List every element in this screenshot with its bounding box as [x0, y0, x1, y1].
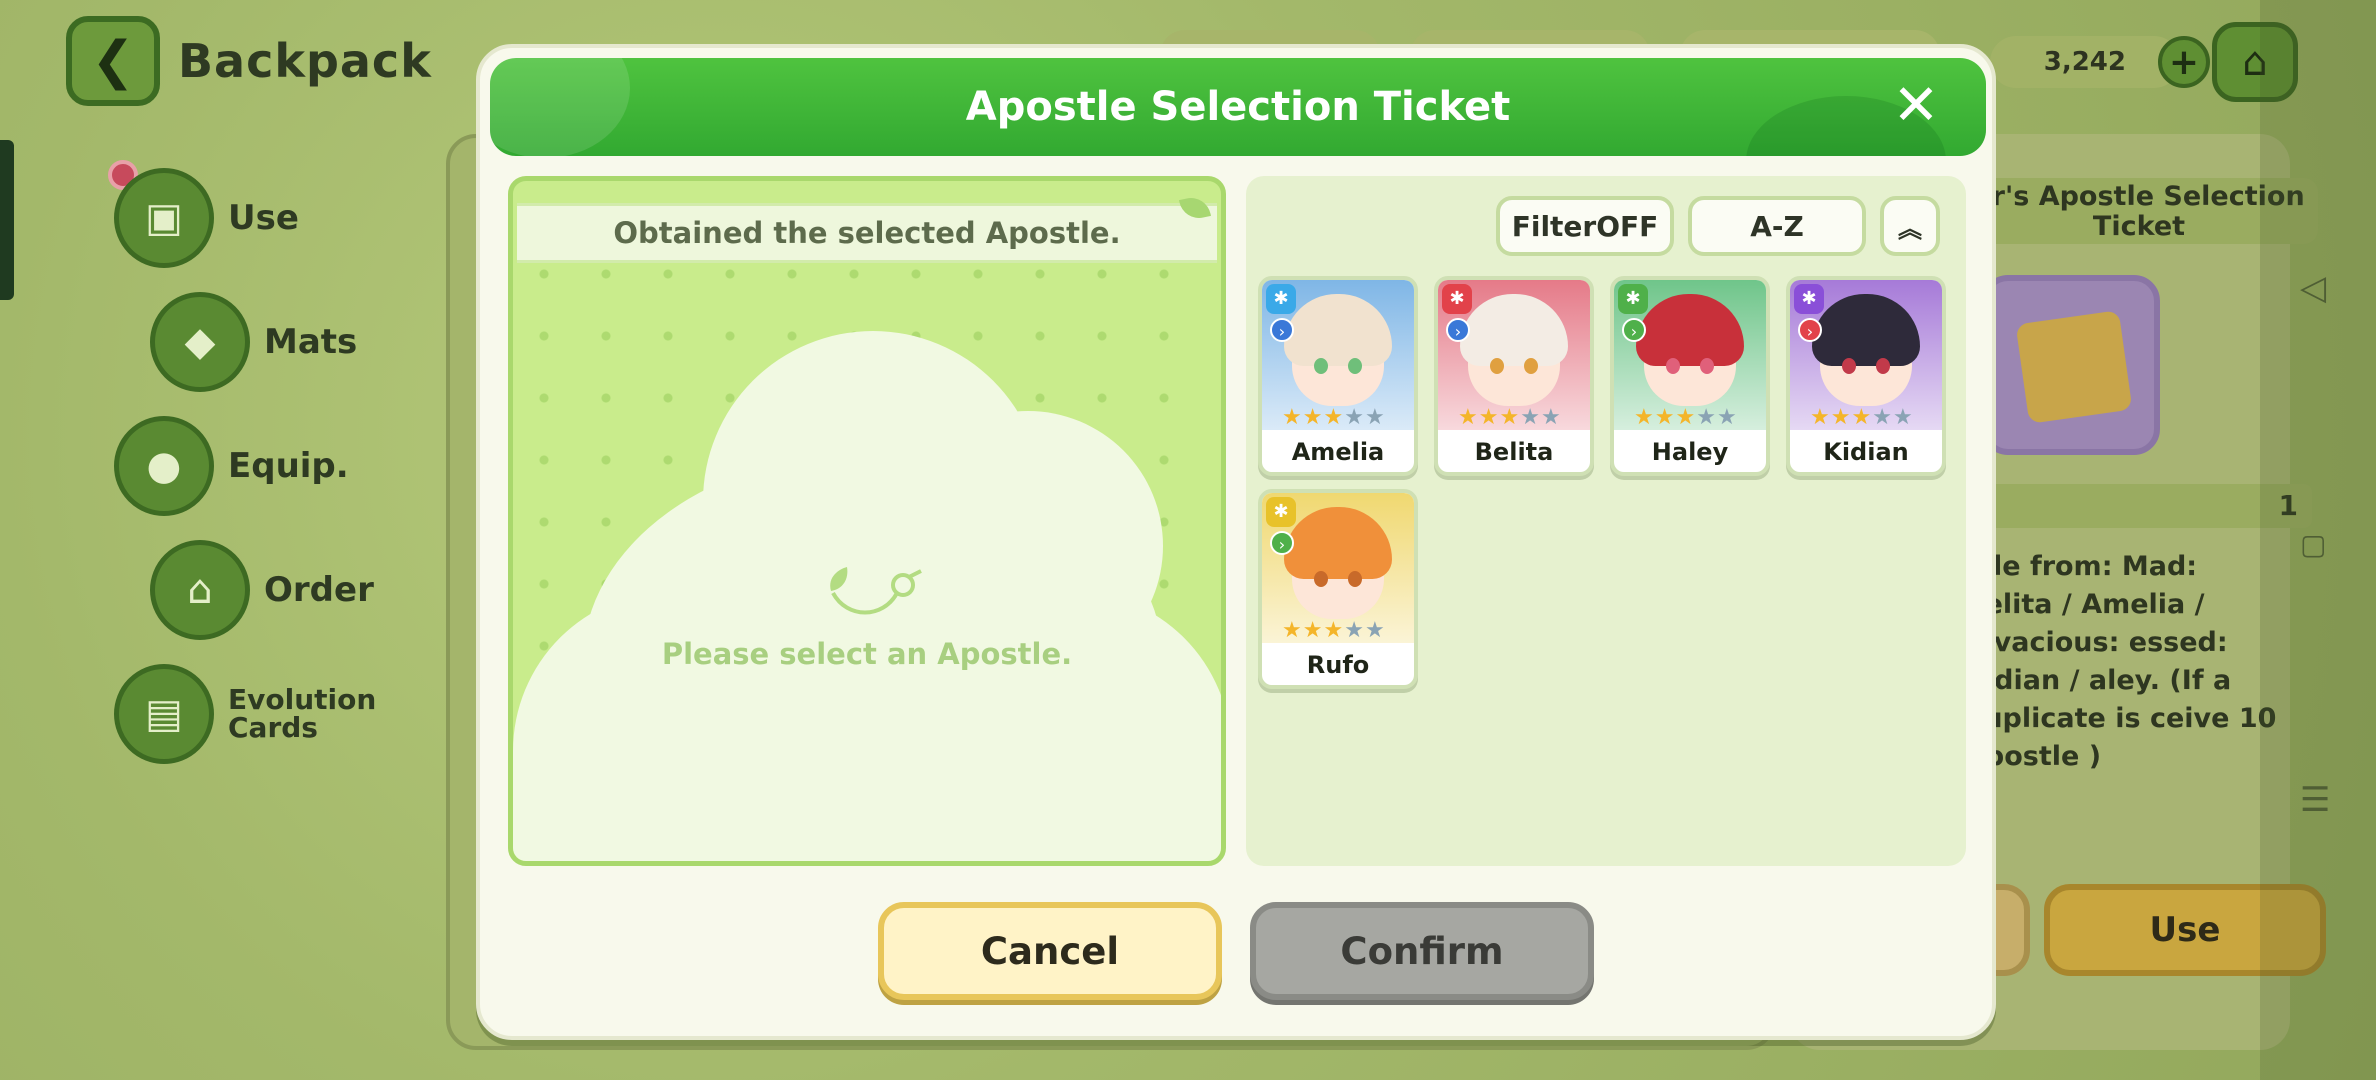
star-icon: ★	[1872, 405, 1892, 430]
dialog-header: Apostle Selection Ticket ✕	[490, 58, 1986, 156]
star-icon: ★	[1364, 618, 1385, 643]
placeholder-text: Please select an Apostle.	[661, 637, 1073, 671]
back-button[interactable]: ❮	[66, 16, 160, 106]
apostle-list-panel: FilterOFF A-Z ︽ ✱ › ★ ★ ★ ★ ★ Amelia ✱ › ★ ★ ★ ★ ★ Beli…	[1246, 176, 1966, 866]
apostle-card[interactable]: ✱ › ★ ★ ★ ★ ★ Rufo	[1258, 489, 1418, 689]
star-icon: ★	[1540, 405, 1561, 430]
star-icon: ★	[1458, 405, 1478, 430]
nav-back-icon[interactable]: ◁	[2300, 268, 2326, 308]
order-icon: ⌂	[150, 540, 250, 640]
element-icon: ✱	[1442, 284, 1472, 314]
currency-counter: 3,242	[1990, 36, 2180, 88]
star-icon: ★	[1810, 405, 1830, 430]
class-icon: ›	[1270, 531, 1294, 555]
star-icon: ★	[1634, 405, 1654, 430]
star-icon: ★	[1675, 405, 1696, 430]
dialog-title: Apostle Selection Ticket	[965, 84, 1511, 130]
apostle-name: Kidian	[1823, 438, 1909, 466]
edge-tab	[0, 140, 14, 300]
star-icon: ★	[1830, 405, 1851, 430]
apostle-card[interactable]: ✱ › ★ ★ ★ ★ ★ Belita	[1434, 276, 1594, 476]
star-icon: ★	[1323, 405, 1344, 430]
ticket-item-icon	[1982, 275, 2160, 455]
equipment-icon: ●	[114, 416, 214, 516]
close-icon[interactable]: ✕	[1888, 78, 1944, 134]
cards-icon: ▤	[114, 664, 214, 764]
apostle-name: Amelia	[1291, 438, 1385, 466]
apostle-name: Haley	[1651, 438, 1729, 466]
star-icon: ★	[1520, 405, 1540, 430]
apostle-name: Belita	[1474, 438, 1554, 466]
class-icon: ›	[1622, 318, 1646, 342]
materials-icon: ◆	[150, 292, 250, 392]
sidebar-item-label: Evolution Cards	[228, 683, 377, 744]
star-rating: ★ ★ ★ ★ ★	[1634, 406, 1737, 430]
sidebar-item-evolution-cards[interactable]: ▤ Evolution Cards	[114, 664, 378, 764]
star-rating: ★ ★ ★ ★ ★	[1282, 619, 1385, 643]
class-icon: ›	[1798, 318, 1822, 342]
star-icon: ★	[1323, 618, 1344, 643]
element-icon: ✱	[1794, 284, 1824, 314]
apostle-card[interactable]: ✱ › ★ ★ ★ ★ ★ Haley	[1610, 276, 1770, 476]
class-icon: ›	[1270, 318, 1294, 342]
element-icon: ✱	[1618, 284, 1648, 314]
star-icon: ★	[1499, 405, 1520, 430]
star-icon: ★	[1716, 405, 1737, 430]
star-icon: ★	[1302, 405, 1323, 430]
preview-caption: Obtained the selected Apostle.	[517, 203, 1217, 263]
sidebar-item-label: Order	[264, 570, 374, 610]
filter-button[interactable]: FilterOFF	[1496, 196, 1674, 256]
sidebar-item-mats[interactable]: ◆ Mats	[150, 292, 357, 392]
star-icon: ★	[1344, 405, 1364, 430]
back-arrow-icon: ❮	[91, 31, 135, 91]
star-icon: ★	[1851, 405, 1872, 430]
sort-order-icon[interactable]: ︽	[1880, 196, 1940, 256]
confirm-button[interactable]: Confirm	[1250, 902, 1594, 1000]
star-icon: ★	[1282, 618, 1302, 643]
star-icon: ★	[1478, 405, 1499, 430]
star-icon: ★	[1344, 618, 1364, 643]
sort-button[interactable]: A-Z	[1688, 196, 1866, 256]
star-rating: ★ ★ ★ ★ ★	[1282, 406, 1385, 430]
star-icon: ★	[1654, 405, 1675, 430]
star-icon: ★	[1696, 405, 1716, 430]
nav-square-icon[interactable]: ▢	[2300, 528, 2326, 561]
nav-menu-icon[interactable]: ☰	[2300, 780, 2330, 820]
item-description: stle from: Mad: Belita / Amelia / Vivaci…	[1964, 551, 2277, 772]
star-rating: ★ ★ ★ ★ ★	[1810, 406, 1913, 430]
star-icon: ★	[1282, 405, 1302, 430]
apostle-name: Rufo	[1306, 651, 1370, 679]
sidebar-item-use[interactable]: ▣ Use	[114, 168, 414, 268]
star-icon: ★	[1364, 405, 1385, 430]
element-icon: ✱	[1266, 497, 1296, 527]
element-icon: ✱	[1266, 284, 1296, 314]
page-title: Backpack	[178, 34, 432, 88]
star-rating: ★ ★ ★ ★ ★	[1458, 406, 1561, 430]
class-icon: ›	[1446, 318, 1470, 342]
star-icon: ★	[1892, 405, 1913, 430]
star-icon: ★	[1302, 618, 1323, 643]
sidebar-item-equip[interactable]: ● Equip.	[114, 416, 349, 516]
cancel-button[interactable]: Cancel	[878, 902, 1222, 1000]
selected-apostle-preview: Obtained the selected Apostle. Please se…	[508, 176, 1226, 866]
apostle-card[interactable]: ✱ › ★ ★ ★ ★ ★ Kidian	[1786, 276, 1946, 476]
sidebar-item-label: Use	[228, 198, 299, 238]
apostle-card[interactable]: ✱ › ★ ★ ★ ★ ★ Amelia	[1258, 276, 1418, 476]
chest-icon: ▣	[114, 168, 214, 268]
sidebar-item-order[interactable]: ⌂ Order	[150, 540, 374, 640]
add-currency-button[interactable]: +	[2158, 36, 2210, 88]
sprout-icon	[830, 567, 922, 615]
apostle-selection-dialog: Apostle Selection Ticket ✕ Obtained the …	[476, 44, 1996, 1040]
sidebar-item-label: Mats	[264, 322, 358, 362]
sidebar-item-label: Equip.	[228, 446, 349, 486]
